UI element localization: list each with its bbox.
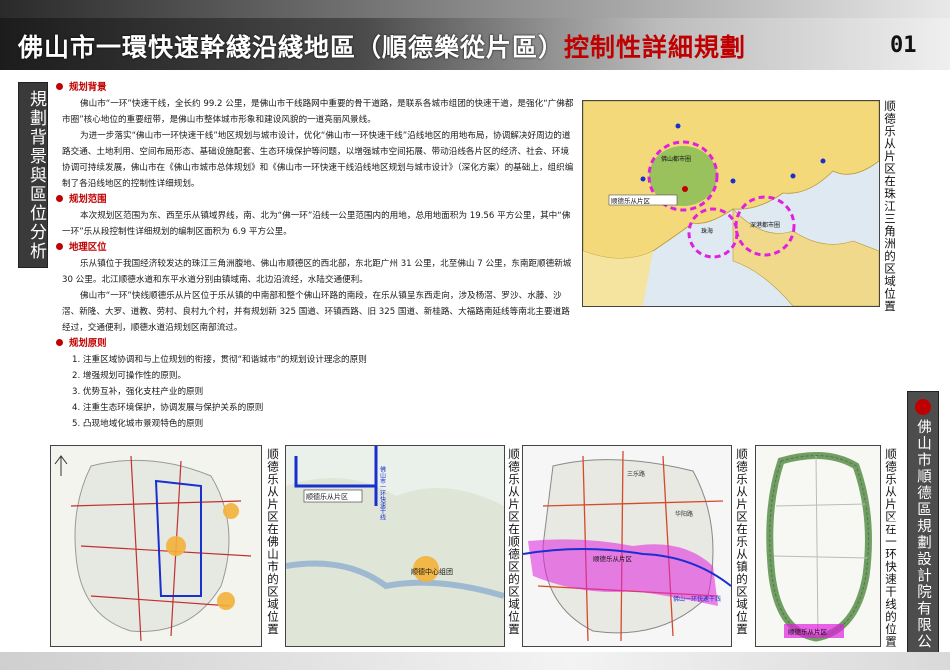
bullet-icon <box>56 339 63 346</box>
company-logo-icon <box>915 399 931 415</box>
text-column: 规划背景 佛山市“一环”快速干线，全长约 99.2 公里，是佛山市干线路网中重要… <box>56 80 580 445</box>
page-title: 佛山市一環快速幹綫沿綫地區（順德樂從片區）控制性詳細規劃 <box>18 28 878 68</box>
map-label-zhuhai: 珠海 <box>701 227 713 235</box>
map-foshan <box>50 445 262 647</box>
section-title-background: 规划背景 <box>56 80 580 96</box>
map-label-shenzhen: 深港都市圈 <box>750 221 780 229</box>
section-title-scope: 规划范围 <box>56 192 580 208</box>
footer-band <box>0 652 950 670</box>
company-label: 佛山市順德區規劃設計院有限公司 <box>885 391 939 658</box>
caption-shunde: 顺德乐从片区在顺德区的区域位置 <box>507 448 521 636</box>
caption-town: 顺德乐从片区在乐从镇的区域位置 <box>735 448 749 636</box>
map-label-lecong: 顺德乐从片区 <box>788 627 828 636</box>
caption-prd: 顺德乐从片区在珠江三角洲的区域位置 <box>883 100 897 313</box>
list-item: 2. 增强规划可操作性的原则。 <box>72 371 187 381</box>
caption-foshan: 顺德乐从片区在佛山市的区域位置 <box>266 448 280 636</box>
paragraph: 为进一步落实“佛山市一环快速干线”地区规划与城市设计，优化“佛山市一环快速干线”… <box>62 131 574 189</box>
list-item: 3. 优势互补，强化支柱产业的原则 <box>72 387 204 397</box>
section-title-principles: 规划原则 <box>56 336 580 352</box>
page-number: 01 <box>890 33 917 58</box>
map-label-road-a: 三乐路 <box>627 470 645 478</box>
map-shunde: 顺德乐从片区 顺德中心组团 佛山市一环快速干线 <box>285 445 505 647</box>
map-label-road-b: 华阳路 <box>675 510 693 518</box>
map-label-ring: 佛山市一环快速干线 <box>379 465 386 520</box>
map-label-center: 顺德中心组团 <box>411 567 453 576</box>
paragraph: 本次规划区范围为东、西至乐从镇域界线，南、北为“佛一环”沿线一公里范围内的用地，… <box>62 211 571 237</box>
map-label-ring: 佛山一环快速干线 <box>673 595 721 603</box>
bullet-icon <box>56 83 63 90</box>
paragraph: 佛山市“一环”快线顺德乐从片区位于乐从镇的中南部和整个佛山环路的南段，在乐从镇呈… <box>62 291 570 333</box>
map-prd: 顺德乐从片区 佛山都市圈 珠海 深港都市圈 <box>582 100 880 307</box>
title-accent: 控制性詳細規劃 <box>564 33 747 62</box>
map-label-lecong: 顺德乐从片区 <box>306 492 348 501</box>
caption-ring: 顺德乐从片区在一环快速干线的位置 <box>884 448 898 648</box>
map-town: 顺德乐从片区 佛山一环快速干线 三乐路 华阳路 <box>522 445 732 647</box>
section-side-label: 規劃背景與區位分析 <box>18 82 48 268</box>
paragraph: 乐从镇位于我国经济较发达的珠江三角洲腹地、佛山市顺德区的西北部，东北距广州 31… <box>62 259 572 285</box>
list-item: 1. 注重区域协调和与上位规划的衔接，贯彻“和谐城市”的规划设计理念的原则 <box>72 355 367 365</box>
list-item: 5. 凸现地域化城市景观特色的原则 <box>72 419 204 429</box>
title-main: 佛山市一環快速幹綫沿綫地區（順德樂從片區） <box>18 33 565 62</box>
map-ring: 顺德乐从片区 <box>755 445 881 647</box>
paragraph: 佛山市“一环”快速干线，全长约 99.2 公里，是佛山市干线路网中重要的骨干道路… <box>62 99 574 125</box>
bullet-icon <box>56 195 63 202</box>
list-item: 4. 注重生态环境保护，协调发展与保护关系的原则 <box>72 403 264 413</box>
map-label-lecong: 顺德乐从片区 <box>611 196 651 205</box>
map-label-lecong: 顺德乐从片区 <box>593 554 633 563</box>
bullet-icon <box>56 243 63 250</box>
section-title-location: 地理区位 <box>56 240 580 256</box>
map-label-foshan: 佛山都市圈 <box>661 155 691 163</box>
